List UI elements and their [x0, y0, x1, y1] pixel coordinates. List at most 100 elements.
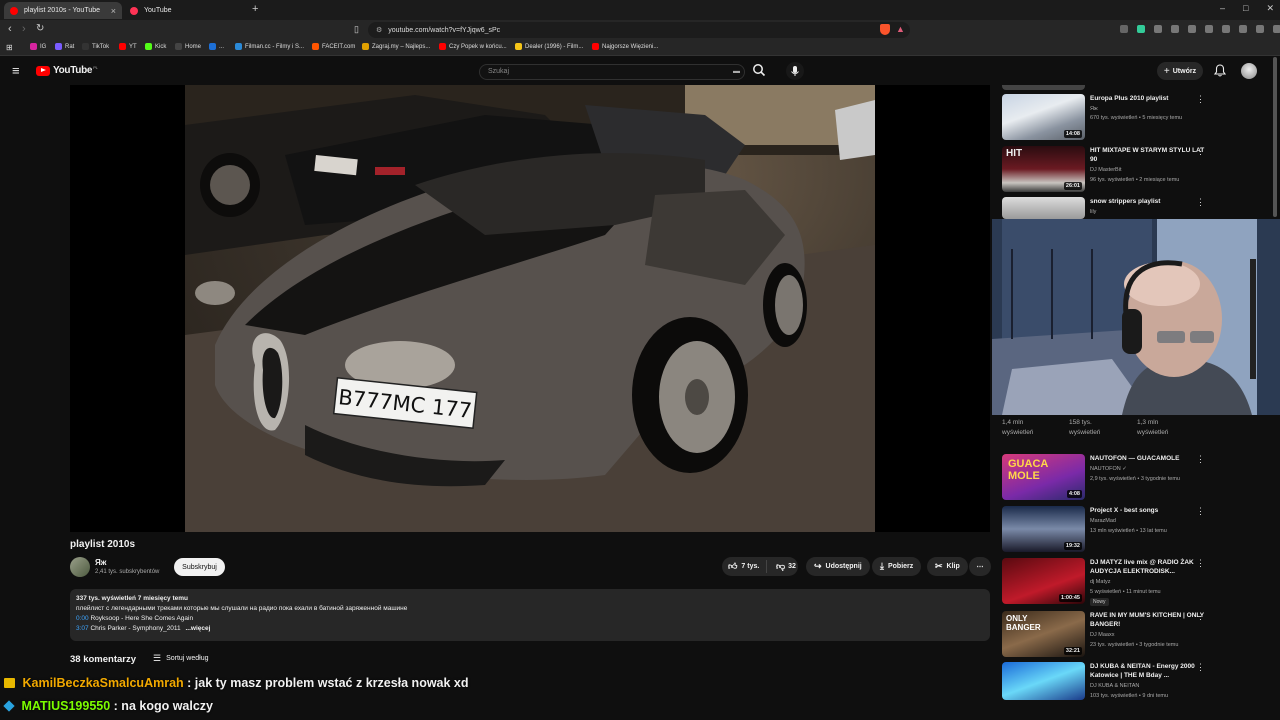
- forward-icon[interactable]: ›: [22, 23, 26, 35]
- description-box[interactable]: 337 tys. wyświetleń 7 miesięcy temu плей…: [70, 589, 990, 641]
- like-button[interactable]: 👍︎ 7 tys.: [722, 560, 767, 573]
- more-actions-button[interactable]: ⋯: [969, 557, 991, 576]
- keyboard-icon[interactable]: ▬: [733, 68, 740, 75]
- channel-avatar[interactable]: [70, 557, 90, 577]
- more-vert-icon[interactable]: ⋮: [1196, 558, 1205, 569]
- video-frame: В777МС 177: [185, 85, 875, 532]
- notifications-bell-icon[interactable]: [1213, 64, 1227, 82]
- apps-grid-icon[interactable]: ⊞: [6, 43, 13, 52]
- extension-icon[interactable]: [1222, 25, 1230, 33]
- new-tab-button[interactable]: +: [252, 3, 258, 15]
- youtube-play-icon: [36, 65, 50, 76]
- extension-icon[interactable]: [1120, 25, 1128, 33]
- video-thumbnail[interactable]: ONLY BANGER 32:21: [1002, 611, 1085, 657]
- tab-youtube[interactable]: YouTube: [124, 2, 242, 19]
- extension-icon[interactable]: [1154, 25, 1162, 33]
- clip-button[interactable]: ✂ Klip: [927, 557, 968, 576]
- bookmark-misc[interactable]: ...: [209, 43, 224, 50]
- brave-shield-icon[interactable]: [880, 24, 890, 35]
- more-vert-icon[interactable]: ⋮: [1196, 146, 1205, 157]
- bookmark-filman[interactable]: Filman.cc - Filmy i S...: [235, 43, 304, 50]
- recommendation-item[interactable]: ONLY BANGER 32:21 RAVE IN MY MUM'S KITCH…: [1002, 611, 1272, 659]
- more-vert-icon[interactable]: ⋮: [1196, 611, 1205, 622]
- channel-name[interactable]: Яж: [95, 558, 106, 567]
- video-thumbnail[interactable]: [1002, 662, 1085, 700]
- back-icon[interactable]: ‹: [8, 23, 12, 35]
- hamburger-menu-icon[interactable]: ≡: [12, 63, 20, 78]
- avatar[interactable]: [1241, 63, 1257, 79]
- bookmark-kick[interactable]: Kick: [145, 43, 166, 50]
- bookmark-wiezienia[interactable]: Najgorsze Więzieni...: [592, 43, 658, 50]
- description-text: плейлист с легендарными треками которые …: [76, 605, 408, 612]
- logo-text: YouTube: [53, 65, 93, 76]
- recommendation-item[interactable]: DJ KUBA & NEITAN - Energy 2000 Katowice …: [1002, 662, 1272, 702]
- stat-value: 1,3 mln: [1137, 419, 1159, 426]
- extension-icon[interactable]: [1171, 25, 1179, 33]
- bookmark-zagraj[interactable]: Zagraj.my – Najleps...: [362, 43, 430, 50]
- more-vert-icon[interactable]: ⋮: [1196, 662, 1205, 673]
- recommendation-channel: NAUTOFON ✓: [1090, 466, 1127, 472]
- extension-icon[interactable]: [1239, 25, 1247, 33]
- close-tab-icon[interactable]: ×: [111, 6, 116, 16]
- recommendation-title: RAVE IN MY MUM'S KITCHEN | ONLY BANGER!: [1090, 612, 1204, 628]
- youtube-icon: [592, 43, 599, 50]
- video-player[interactable]: В777МС 177: [70, 85, 990, 532]
- maximize-icon[interactable]: □: [1243, 3, 1248, 14]
- recommendation-views: 5 wyświetleń • 11 minut temu: [1090, 589, 1161, 595]
- subscribe-button[interactable]: Subskrybuj: [174, 558, 225, 576]
- extension-icon[interactable]: [1205, 25, 1213, 33]
- tab-playlist[interactable]: playlist 2010s - YouTube ×: [4, 2, 122, 19]
- extension-icon[interactable]: [1256, 25, 1264, 33]
- show-more-link[interactable]: ...więcej: [185, 625, 210, 632]
- recommendation-item[interactable]: snow strippers playlist lily ⋮: [1002, 197, 1272, 219]
- scrollbar-thumb[interactable]: [1273, 57, 1277, 217]
- address-bar[interactable]: ⚙ youtube.com/watch?v=fYJjqw6_sPc: [368, 22, 910, 38]
- dislike-button[interactable]: 👎︎ 32: [771, 561, 796, 572]
- create-button[interactable]: + Utwórz: [1157, 62, 1203, 80]
- close-window-icon[interactable]: ✕: [1266, 3, 1274, 14]
- timestamp-link[interactable]: 0:00: [76, 615, 89, 622]
- recommendation-item[interactable]: HIT 26:01 HIT MIXTAPE W STARYM STYLU LAT…: [1002, 146, 1272, 194]
- page-scrollbar[interactable]: [1273, 57, 1279, 707]
- reload-icon[interactable]: ↻: [36, 23, 44, 34]
- youtube-logo[interactable]: YouTube PL: [36, 65, 98, 76]
- video-thumbnail[interactable]: GUACA MOLE 4:08: [1002, 454, 1085, 500]
- recommendation-item[interactable]: 14:08 Europa Plus 2010 playlist Яж 670 t…: [1002, 94, 1272, 142]
- scroll-fragment-thumb: [1002, 85, 1085, 90]
- download-button[interactable]: ⤓ Pobierz: [872, 557, 922, 576]
- bookmark-ig[interactable]: IG: [30, 43, 46, 50]
- more-vert-icon[interactable]: ⋮: [1196, 454, 1205, 465]
- bookmark-faceit[interactable]: FACEIT.com: [312, 43, 355, 50]
- video-thumbnail[interactable]: [1002, 197, 1085, 219]
- more-vert-icon[interactable]: ⋮: [1196, 506, 1205, 517]
- sort-button[interactable]: ☰ Sortuj według: [153, 653, 209, 664]
- bookmark-home[interactable]: Home: [175, 43, 201, 50]
- bookmark-tiktok[interactable]: TikTok: [82, 43, 109, 50]
- bookmark-icon[interactable]: ▯: [354, 24, 359, 35]
- microphone-icon[interactable]: [786, 62, 804, 80]
- video-thumbnail[interactable]: 19:32: [1002, 506, 1085, 552]
- video-thumbnail[interactable]: HIT 26:01: [1002, 146, 1085, 192]
- extension-icon[interactable]: [1188, 25, 1196, 33]
- recommendation-item[interactable]: 1:00:45 DJ MATYZ live mix @ RADIO ŻAK AU…: [1002, 558, 1272, 606]
- share-button[interactable]: ↪ Udostępnij: [806, 557, 870, 576]
- brave-rewards-icon[interactable]: ▲: [896, 24, 905, 34]
- search-icon[interactable]: [752, 63, 766, 77]
- bookmark-yt[interactable]: YT: [119, 43, 137, 50]
- track-line: 3:07 Chris Parker - Symphony_2011 ...wię…: [76, 624, 984, 634]
- more-vert-icon[interactable]: ⋮: [1196, 197, 1205, 208]
- more-vert-icon[interactable]: ⋮: [1196, 94, 1205, 105]
- video-thumbnail[interactable]: 14:08: [1002, 94, 1085, 140]
- bookmark-dealer[interactable]: Dealer (1996) - Film...: [515, 43, 583, 50]
- bookmark-popek[interactable]: Czy Popek w końcu...: [439, 43, 507, 50]
- extension-icon[interactable]: [1273, 25, 1280, 33]
- bookmark-rat[interactable]: Rat: [55, 43, 74, 50]
- site-info-icon[interactable]: ⚙: [376, 26, 382, 34]
- recommendation-item[interactable]: GUACA MOLE 4:08 NAUTOFON — GUACAMOLE NAU…: [1002, 454, 1272, 502]
- minimize-icon[interactable]: –: [1220, 3, 1225, 14]
- recommendation-item[interactable]: 19:32 Project X - best songs MarazMad 13…: [1002, 506, 1272, 554]
- video-thumbnail[interactable]: 1:00:45: [1002, 558, 1085, 604]
- extension-icon[interactable]: [1137, 25, 1145, 33]
- timestamp-link[interactable]: 3:07: [76, 625, 89, 632]
- search-input[interactable]: Szukaj ▬: [479, 64, 745, 80]
